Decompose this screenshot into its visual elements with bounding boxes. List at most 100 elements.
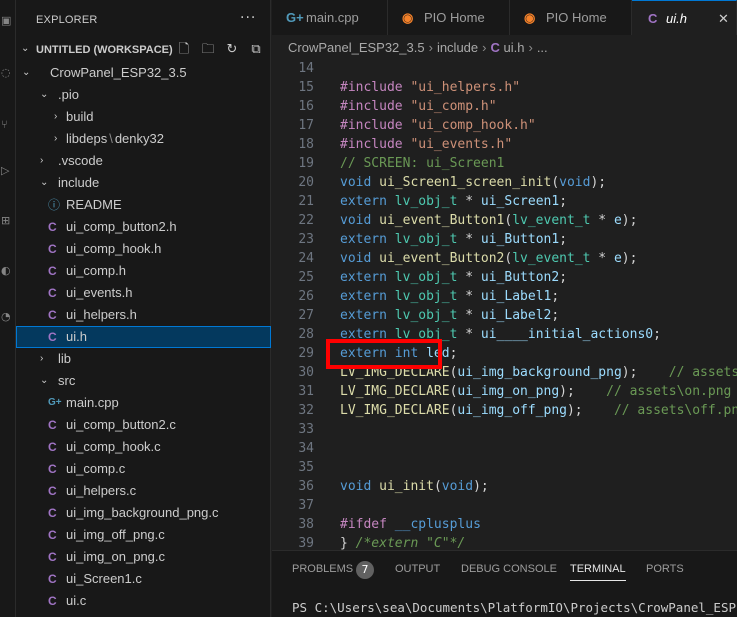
breadcrumb-item-symbol[interactable]: ... bbox=[537, 40, 548, 55]
tree-file[interactable]: Cui.h bbox=[16, 326, 271, 348]
chevron-down-icon: ⌄ bbox=[40, 177, 49, 188]
c-file-icon: C bbox=[48, 264, 57, 278]
code-line: 38 #ifdef __cplusplus bbox=[272, 515, 737, 534]
line-number: 25 bbox=[298, 270, 314, 285]
tab-terminal[interactable]: TERMINAL bbox=[570, 561, 626, 581]
line-number: 39 bbox=[298, 536, 314, 550]
tree-folder[interactable]: › build bbox=[16, 106, 271, 128]
tree-file[interactable]: ⓘ README bbox=[16, 194, 271, 216]
tree-file[interactable]: Cui.c bbox=[16, 590, 271, 612]
chevron-right-icon: › bbox=[528, 40, 533, 55]
tree-item-suffix: denky32 bbox=[114, 131, 164, 146]
tree-item-label: ui_comp_button2.c bbox=[66, 417, 176, 432]
tree-item-label: build bbox=[66, 109, 94, 124]
chevron-down-icon: ⌄ bbox=[40, 375, 49, 386]
search-icon[interactable]: ◌ bbox=[1, 66, 13, 80]
tab-pio-home-2[interactable]: ◉ PIO Home bbox=[510, 0, 632, 35]
tree-folder[interactable]: ⌄ src bbox=[16, 370, 271, 392]
tree-file[interactable]: Cui_comp.c bbox=[16, 458, 271, 480]
editor-area: G+ main.cpp ◉ PIO Home ◉ PIO Home C ui.h… bbox=[272, 0, 737, 617]
c-file-icon: C bbox=[48, 528, 57, 542]
chevron-down-icon: ⌄ bbox=[22, 67, 31, 78]
tree-file[interactable]: Cui_comp_hook.c bbox=[16, 436, 271, 458]
code-line: 18 #include "ui_events.h" bbox=[272, 135, 737, 154]
code-line: 35 bbox=[272, 458, 737, 477]
tree-folder[interactable]: › libdeps \ denky32 bbox=[16, 128, 271, 150]
new-file-icon[interactable]: 🗋 bbox=[176, 42, 192, 58]
chevron-down-icon: ⌄ bbox=[40, 89, 49, 100]
more-actions-icon[interactable]: ··· bbox=[240, 10, 256, 26]
c-file-icon: C bbox=[48, 462, 57, 476]
tree-file[interactable]: Cui_helpers.h bbox=[16, 304, 271, 326]
code-text: #include "ui_events.h" bbox=[340, 137, 513, 152]
tree-item-label: main.cpp bbox=[66, 395, 119, 410]
code-text: extern lv_obj_t * ui_Screen1; bbox=[340, 194, 568, 209]
tree-file[interactable]: Cui_img_background_png.c bbox=[16, 502, 271, 524]
code-text: void ui_event_Button2(lv_event_t * e); bbox=[340, 251, 638, 266]
tree-item-label: ui_comp.h bbox=[66, 263, 126, 278]
info-icon: ⓘ bbox=[48, 198, 61, 212]
tree-item-label: .vscode bbox=[58, 153, 103, 168]
refresh-icon[interactable]: ↻ bbox=[224, 42, 240, 58]
source-control-icon[interactable]: ⑂ bbox=[1, 118, 13, 132]
code-editor[interactable]: 14 15 #include "ui_helpers.h" 16 #include "u… bbox=[272, 61, 737, 550]
tab-pio-home-1[interactable]: ◉ PIO Home bbox=[388, 0, 510, 35]
bottom-panel: PROBLEMS 7 OUTPUT DEBUG CONSOLE TERMINAL… bbox=[272, 550, 737, 617]
tree-file[interactable]: G+ main.cpp bbox=[16, 392, 271, 414]
tree-folder[interactable]: › .vscode bbox=[16, 150, 271, 172]
tree-file[interactable]: Cui_helpers.c bbox=[16, 480, 271, 502]
tree-item-label: ui_img_on_png.c bbox=[66, 549, 166, 564]
code-text: extern lv_obj_t * ui_Label2; bbox=[340, 308, 560, 323]
terminal-prompt[interactable]: PS C:\Users\sea\Documents\PlatformIO\Pro… bbox=[292, 600, 736, 615]
line-number: 19 bbox=[298, 156, 314, 171]
breadcrumb-item-project[interactable]: CrowPanel_ESP32_3.5 bbox=[288, 40, 425, 55]
c-file-icon: C bbox=[48, 286, 57, 300]
tab-problems[interactable]: PROBLEMS bbox=[292, 561, 353, 581]
tree-folder[interactable]: ⌄ CrowPanel_ESP32_3.5 bbox=[16, 62, 271, 84]
breadcrumb-item-folder[interactable]: include bbox=[437, 40, 478, 55]
tree-file[interactable]: Cui_comp.h bbox=[16, 260, 271, 282]
tree-file[interactable]: Cui_comp_hook.h bbox=[16, 238, 271, 260]
tab-main-cpp[interactable]: G+ main.cpp bbox=[272, 0, 388, 35]
tree-file[interactable]: Cui_img_off_png.c bbox=[16, 524, 271, 546]
line-number: 16 bbox=[298, 99, 314, 114]
chevron-right-icon: › bbox=[54, 111, 58, 122]
tree-folder[interactable]: ⌄ include bbox=[16, 172, 271, 194]
platformio-activity-icon[interactable]: ◐ bbox=[1, 264, 13, 278]
problems-count-badge: 7 bbox=[356, 561, 374, 579]
editor-tabs: G+ main.cpp ◉ PIO Home ◉ PIO Home C ui.h… bbox=[272, 0, 737, 35]
testing-icon[interactable]: ◔ bbox=[1, 310, 13, 324]
tab-output[interactable]: OUTPUT bbox=[395, 561, 440, 581]
code-text: LV_IMG_DECLARE(ui_img_off_png); // asset… bbox=[340, 403, 737, 418]
line-number: 14 bbox=[298, 61, 314, 76]
code-line: 31 LV_IMG_DECLARE(ui_img_on_png); // asse… bbox=[272, 382, 737, 401]
workspace-header[interactable]: ⌄ UNTITLED (WORKSPACE) 🗋 🗀 ↻ ⧉ bbox=[16, 40, 271, 62]
run-debug-icon[interactable]: ▷ bbox=[1, 164, 13, 178]
explorer-icon[interactable]: ▣ bbox=[1, 14, 13, 28]
code-line: 33 bbox=[272, 420, 737, 439]
tree-folder[interactable]: ⌄ .pio bbox=[16, 84, 271, 106]
collapse-all-icon[interactable]: ⧉ bbox=[248, 42, 264, 58]
code-text: extern lv_obj_t * ui_Label1; bbox=[340, 289, 560, 304]
tab-ports[interactable]: PORTS bbox=[646, 561, 684, 581]
tree-file[interactable]: Cui_img_on_png.c bbox=[16, 546, 271, 568]
tree-file[interactable]: Cui_comp_button2.c bbox=[16, 414, 271, 436]
line-number: 26 bbox=[298, 289, 314, 304]
c-file-icon: C bbox=[48, 308, 57, 322]
chevron-right-icon: › bbox=[54, 133, 58, 144]
tree-folder[interactable]: › lib bbox=[16, 348, 271, 370]
c-file-icon: C bbox=[48, 550, 57, 564]
tab-debug-console[interactable]: DEBUG CONSOLE bbox=[461, 561, 557, 581]
close-tab-icon[interactable]: ✕ bbox=[718, 1, 729, 35]
workspace-label: UNTITLED (WORKSPACE) bbox=[36, 44, 173, 56]
tree-file[interactable]: Cui_Screen1.c bbox=[16, 568, 271, 590]
new-folder-icon[interactable]: 🗀 bbox=[200, 42, 216, 58]
line-number: 21 bbox=[298, 194, 314, 209]
breadcrumb-item-file[interactable]: ui.h bbox=[504, 40, 525, 55]
extensions-icon[interactable]: ⊞ bbox=[1, 214, 13, 228]
line-number: 38 bbox=[298, 517, 314, 532]
tab-ui-h[interactable]: C ui.h ✕ bbox=[632, 0, 737, 35]
tree-file[interactable]: Cui_events.h bbox=[16, 282, 271, 304]
code-text: // SCREEN: ui_Screen1 bbox=[340, 156, 505, 171]
tree-file[interactable]: Cui_comp_button2.h bbox=[16, 216, 271, 238]
